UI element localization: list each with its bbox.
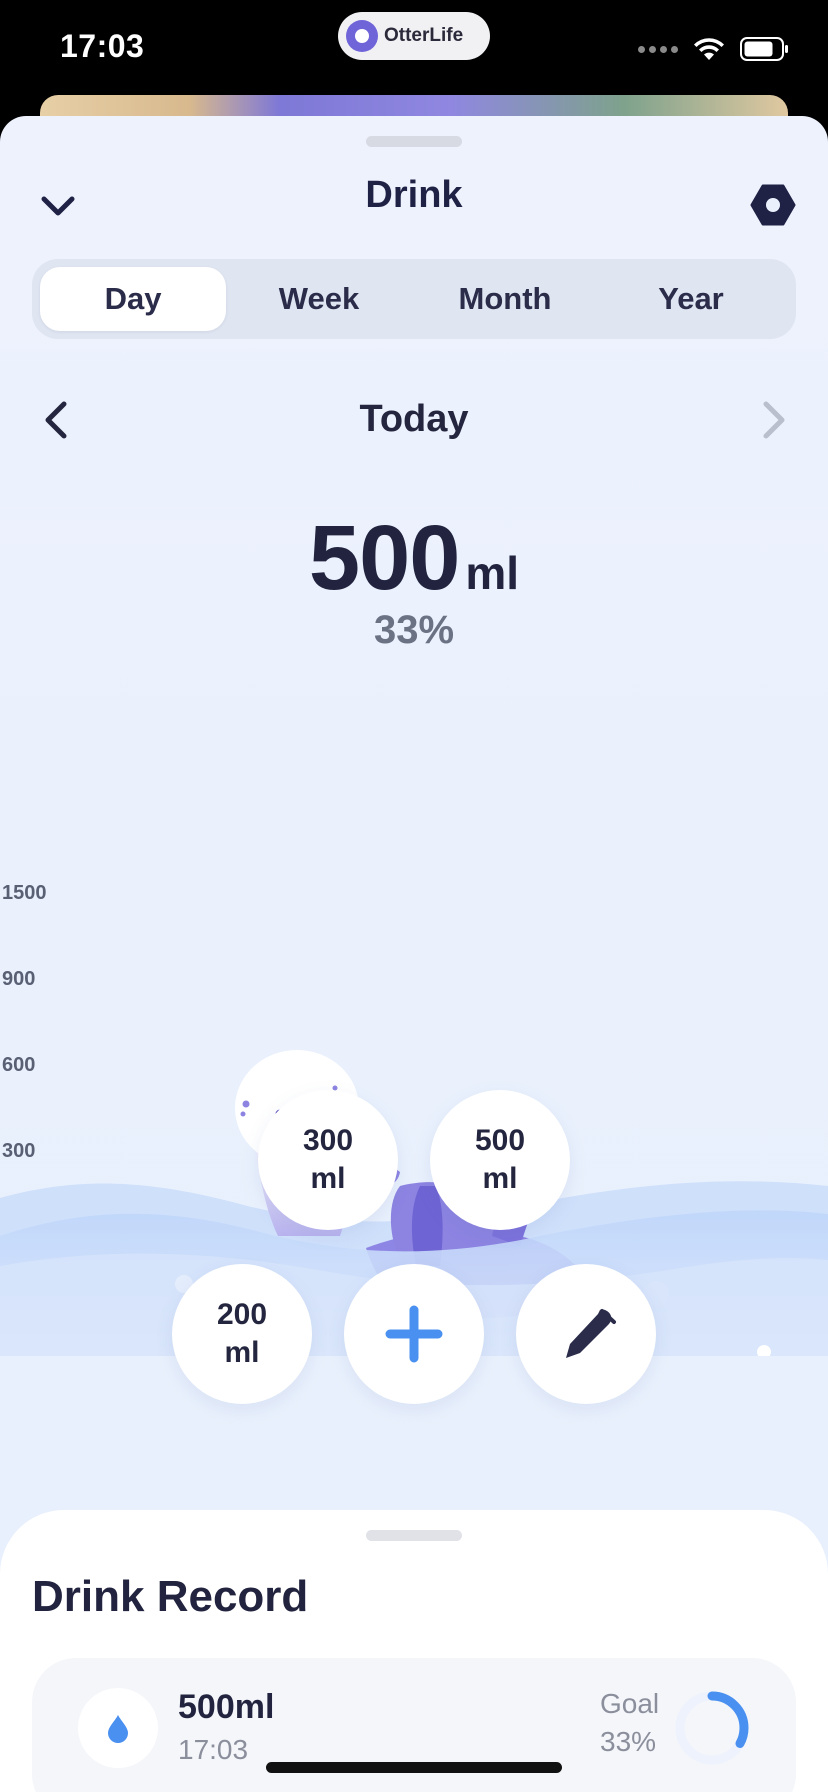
goal-progress-ring (675, 1691, 749, 1765)
tab-year[interactable]: Year (598, 267, 784, 331)
amount-value: 500 (308, 507, 460, 609)
tab-week[interactable]: Week (226, 267, 412, 331)
drink-screen: 17:03 OtterLife Drink Day Week Month Yea… (0, 0, 828, 1792)
sheet-grabber[interactable] (366, 136, 462, 147)
island-app-name: OtterLife (384, 25, 464, 46)
page-title: Drink (365, 174, 463, 216)
scale-label-1500: 1500 (2, 882, 47, 904)
add-300ml-button[interactable]: 300 ml (258, 1090, 398, 1230)
status-bar: 17:03 OtterLife (0, 0, 828, 100)
status-time: 17:03 (60, 28, 145, 64)
tab-day[interactable]: Day (40, 267, 226, 331)
tab-month[interactable]: Month (412, 267, 598, 331)
pen-icon (566, 1309, 616, 1358)
edit-button[interactable] (516, 1264, 656, 1404)
record-time: 17:03 (178, 1734, 249, 1765)
cellular-signal-icon (638, 45, 678, 53)
add-500ml-label: 500 ml (474, 1124, 526, 1195)
record-goal-label: Goal (600, 1688, 660, 1719)
home-indicator[interactable] (266, 1762, 562, 1773)
add-500ml-button[interactable]: 500 ml (430, 1090, 570, 1230)
hexagon-settings-icon[interactable] (748, 180, 798, 230)
date-navigator: Today (0, 386, 828, 456)
record-sheet-grabber[interactable] (366, 1530, 462, 1541)
record-title: Drink Record (32, 1572, 309, 1621)
goal-percent: 33% (373, 608, 455, 652)
record-amount: 500ml (178, 1688, 275, 1726)
water-drop-icon (108, 1715, 128, 1743)
add-200ml-button[interactable]: 200 ml (172, 1264, 312, 1404)
add-custom-button[interactable] (344, 1264, 484, 1404)
add-300ml-label: 300 ml (302, 1124, 354, 1195)
amount-unit: ml (465, 547, 520, 599)
otterlife-logo-icon (346, 20, 378, 52)
add-200ml-label: 200 ml (216, 1298, 268, 1369)
period-segmented-control: Day Week Month Year (32, 259, 796, 339)
drink-record-sheet: Drink Record 500ml 17:03 Goal 33% (0, 1510, 828, 1792)
status-indicators (638, 36, 790, 62)
record-goal-percent: 33% (600, 1726, 657, 1757)
chevron-right-icon[interactable] (756, 398, 792, 442)
plus-icon (385, 1305, 443, 1363)
battery-icon (740, 37, 788, 61)
intake-amount: 500 ml (0, 506, 828, 611)
wifi-icon (694, 38, 724, 60)
dynamic-island-pill[interactable]: OtterLife (338, 12, 490, 60)
date-label: Today (359, 398, 469, 440)
drop-icon-circle (78, 1688, 158, 1768)
